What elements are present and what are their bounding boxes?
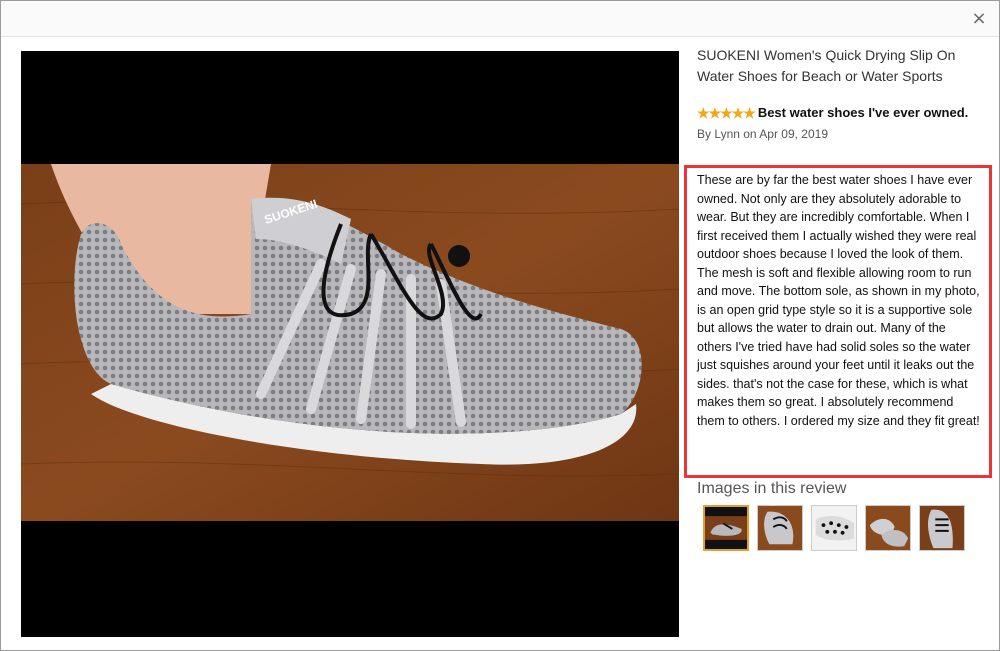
review-headline: Best water shoes I've ever owned. bbox=[757, 105, 969, 120]
product-title[interactable]: SUOKENI Women's Quick Drying Slip On Wat… bbox=[697, 45, 987, 87]
modal-header: × bbox=[1, 1, 999, 37]
thumbnail-shoe-sole[interactable] bbox=[811, 505, 857, 551]
shoe-photo: SUOKENI bbox=[21, 164, 679, 521]
thumbnail-shoe-side-view[interactable] bbox=[703, 505, 749, 551]
thumbnail-shoe-front[interactable] bbox=[919, 505, 965, 551]
close-icon[interactable]: × bbox=[969, 9, 989, 29]
star-icon: ★ bbox=[743, 105, 756, 121]
review-body: These are by far the best water shoes I … bbox=[697, 171, 983, 430]
review-photo: SUOKENI bbox=[21, 164, 679, 521]
thumbnail-shoe-pair[interactable] bbox=[865, 505, 911, 551]
star-icon: ★ bbox=[731, 105, 745, 121]
main-image-viewer: SUOKENI bbox=[21, 51, 679, 637]
review-body-highlight: These are by far the best water shoes I … bbox=[684, 165, 992, 478]
review-headline-row: ★★★★★ Best water shoes I've ever owned. bbox=[697, 103, 987, 123]
star-icon: ★ bbox=[720, 105, 733, 121]
star-icon: ★ bbox=[708, 105, 722, 121]
thumbnail-shoe-laces-top[interactable] bbox=[757, 505, 803, 551]
thumbnail-strip bbox=[703, 505, 965, 551]
review-byline: By Lynn on Apr 09, 2019 bbox=[697, 127, 828, 141]
review-image-modal: × SUOKENI SUOKENI Women's Quick Drying S… bbox=[0, 0, 1000, 651]
review-paragraph: The mesh is soft and flexible allowing r… bbox=[697, 265, 980, 428]
images-heading: Images in this review bbox=[697, 480, 847, 497]
star-rating: ★★★★★ bbox=[697, 104, 756, 123]
review-paragraph: These are by far the best water shoes I … bbox=[697, 173, 977, 261]
review-details: SUOKENI Women's Quick Drying Slip On Wat… bbox=[697, 45, 997, 142]
star-icon: ★ bbox=[697, 105, 710, 121]
